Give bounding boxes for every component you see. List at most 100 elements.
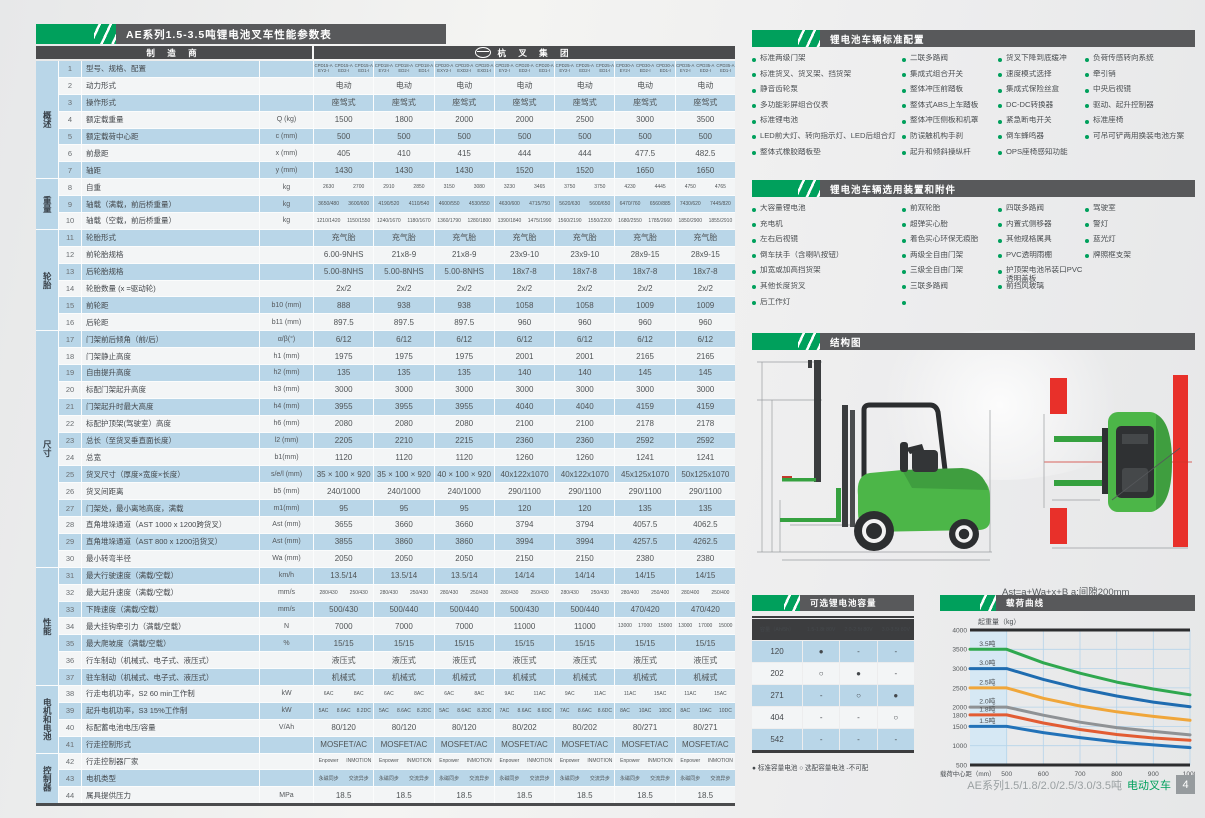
spec-cell: 1260: [495, 449, 554, 465]
feature-text: 其他长度货叉: [760, 282, 806, 291]
spec-subcell: 6AC: [314, 686, 343, 702]
spec-cell: 电动: [676, 78, 735, 94]
spec-subcell: 8.6AC: [455, 703, 474, 719]
row-label: 最大挂钩牵引力（满载/空载）: [82, 618, 259, 634]
spec-cell: 500/440: [555, 602, 614, 618]
bullet-icon: [752, 120, 756, 124]
battery-availability-cell: ●: [878, 685, 914, 706]
spec-cell: 6/12: [555, 331, 614, 347]
spec-cell: 电动: [615, 78, 674, 94]
diagram-title: 结构图: [820, 333, 1195, 350]
spec-subcell: 永磁同步: [435, 770, 464, 786]
spec-cell: 3955: [435, 399, 494, 415]
spec-cell: 1800: [374, 112, 433, 128]
bullet-icon: [902, 285, 906, 289]
bullet-icon: [1085, 120, 1089, 124]
battery-title: 可选锂电池容量: [800, 595, 914, 611]
spec-cell: 95: [374, 500, 433, 516]
spec-subcell: 2700: [344, 179, 373, 195]
battery-availability-cell: -: [878, 663, 914, 684]
feature-item: 内置式侧移器: [998, 220, 1085, 236]
spec-cell: 2x/2: [615, 281, 674, 297]
bullet-icon: [752, 270, 756, 274]
spec-cell: CPD18-AEY2-ICPD18-AED2-ICPD18-AED1-I: [374, 61, 433, 77]
row-number: 42: [59, 754, 81, 770]
spec-subcell: 永磁同步: [676, 770, 705, 786]
spec-cell: 95: [314, 500, 373, 516]
bullet-icon: [998, 208, 1002, 212]
spec-cell: 18.5: [495, 787, 554, 803]
row-number: 1: [59, 61, 81, 77]
spec-cell: 6/12: [435, 331, 494, 347]
bullet-icon: [1085, 58, 1089, 62]
row-label: 标配护顶架(驾驶室）高度: [82, 416, 259, 432]
load-curve-title: 载荷曲线: [996, 595, 1195, 611]
footer-highlight-text: 电动叉车: [1127, 777, 1171, 793]
bullet-icon: [752, 301, 756, 305]
row-group-label: 轮胎: [36, 230, 58, 330]
feature-item: 前双轮胎: [902, 204, 998, 220]
feature-item: 防误触机构手刹: [902, 132, 998, 148]
row-unit: h6 (mm): [260, 416, 313, 432]
spec-cell: 80/202: [495, 720, 554, 736]
spec-subcell: 7AC: [495, 703, 514, 719]
spec-cell: 18x7-8: [615, 264, 674, 280]
feature-text: 三联多路阀: [910, 282, 948, 291]
row-group-label: 尺寸: [36, 331, 58, 566]
spec-subcell: 3750: [555, 179, 584, 195]
spec-cell: 1975: [435, 348, 494, 364]
row-number: 11: [59, 230, 81, 246]
feature-text: OPS座椅感知功能: [1006, 148, 1068, 157]
spec-subcell: 5600/650: [585, 196, 614, 212]
feature-column: 前双轮胎超弹实心胎着色实心环保无痕胎两级全自由门架三级全自由门架三联多路阀: [902, 204, 998, 313]
spec-cell: 35 × 100 × 920: [314, 466, 373, 482]
feature-item: 集成式保险丝盒: [998, 85, 1085, 101]
spec-cell: 1009: [615, 297, 674, 313]
bullet-icon: [902, 151, 906, 155]
spec-subcell: 5AC: [374, 703, 393, 719]
feature-item: 速度模式选择: [998, 70, 1085, 86]
spec-subcell: 13000: [676, 618, 695, 634]
spec-cell: 37503750: [555, 179, 614, 195]
forklift-top-view: [1044, 375, 1192, 548]
spec-cell: 4159: [676, 399, 735, 415]
spec-cell: 897.5: [374, 314, 433, 330]
spec-cell: 2000: [495, 112, 554, 128]
spec-cell: 15/15: [495, 635, 554, 651]
spec-subcell: 4190/520: [374, 196, 403, 212]
battery-availability-cell: -: [840, 707, 876, 728]
spec-cell: 45x125x1070: [615, 466, 674, 482]
spec-cell: 4062.5: [676, 517, 735, 533]
feature-text: 整体式橡胶踏板垫: [760, 148, 821, 157]
spec-cell: 2x/2: [374, 281, 433, 297]
row-label: 标配门架起升高度: [82, 382, 259, 398]
row-label: 额定载荷中心距: [82, 129, 259, 145]
spec-cell: 1520: [495, 162, 554, 178]
feature-item: 二联多路阀: [902, 54, 998, 70]
spec-subcell: CPD35-AED2-I: [696, 61, 715, 77]
feature-item: 静音齿轮泵: [752, 85, 902, 101]
feature-text: 超弹实心胎: [910, 220, 948, 229]
spec-subcell: 10AC: [696, 703, 715, 719]
spec-cell: 290/1100: [676, 483, 735, 499]
spec-cell: 6AC8AC: [314, 686, 373, 702]
spec-cell: 6AC8AC: [435, 686, 494, 702]
spec-subcell: 1240/1670: [374, 213, 403, 229]
spec-cell: 充气胎: [615, 230, 674, 246]
bullet-icon: [902, 223, 906, 227]
spec-cell: 18.5: [374, 787, 433, 803]
spec-cell: 2165: [615, 348, 674, 364]
row-label: 门架前后倾角（前/后）: [82, 331, 259, 347]
spec-cell: 3994: [495, 534, 554, 550]
spec-cell: 2080: [374, 416, 433, 432]
row-number: 17: [59, 331, 81, 347]
spec-cell: 液压式: [314, 652, 373, 668]
spec-cell: 1241: [676, 449, 735, 465]
spec-cell: 80/271: [615, 720, 674, 736]
spec-cell: 电动: [435, 78, 494, 94]
spec-cell: MOSFET/AC: [615, 737, 674, 753]
feature-item: 整体式ABS上车踏板: [902, 101, 998, 117]
feature-text: 紧急断电开关: [1006, 116, 1052, 125]
feature-item: 其他长度货叉: [752, 282, 902, 298]
manufacturer-label: 制 造 商: [36, 46, 312, 59]
